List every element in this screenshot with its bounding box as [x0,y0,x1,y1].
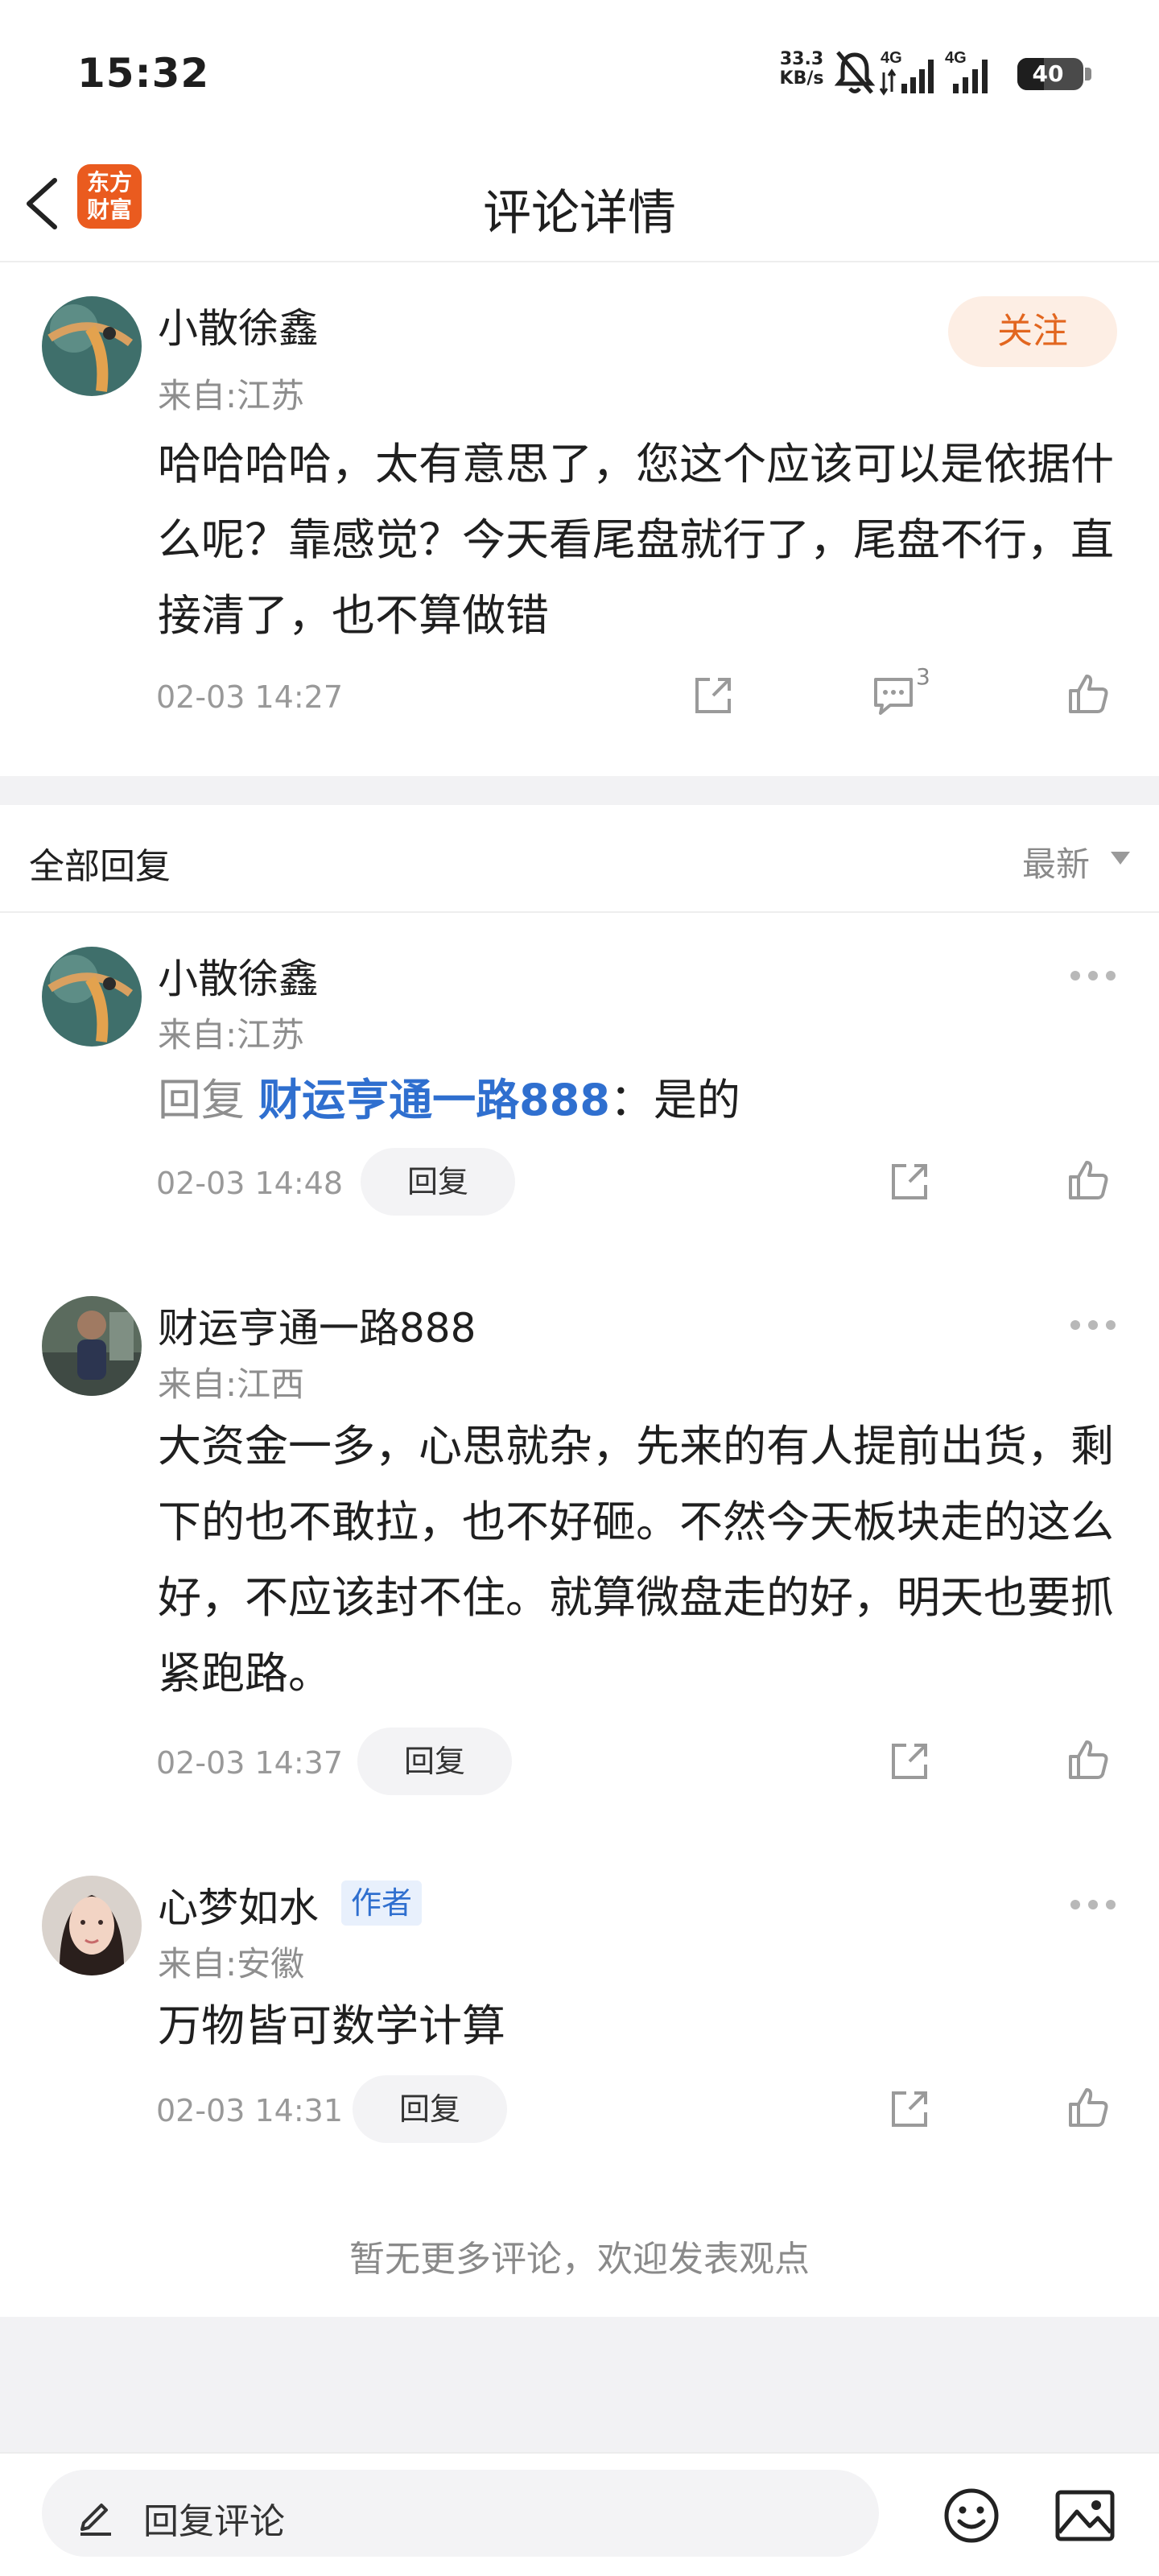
reply-text: 回复 财运亨通一路888：是的 [158,1063,740,1138]
reply-input-placeholder: 回复评论 [143,2501,285,2542]
reply-username[interactable]: 小散徐鑫 [158,947,319,1005]
reply-time: 02-03 14:37 [156,1745,344,1781]
avatar[interactable] [42,296,142,396]
reply-input[interactable]: 回复评论 [42,2470,879,2557]
share-icon[interactable] [885,2085,934,2133]
comment-icon[interactable] [869,671,918,720]
reply-prefix: 回复 [158,1075,245,1125]
avatar[interactable] [42,1296,142,1396]
net-speed-value: 33.3 [779,49,824,69]
share-icon[interactable] [885,1737,934,1785]
more-icon[interactable] [1070,1319,1119,1331]
mute-bell-icon [834,51,876,94]
reply-text: 大资金一多，心思就杂，先来的有人提前出货，剩下的也不敢拉，也不好砸。不然今天板块… [158,1421,1114,1699]
sort-dropdown[interactable]: 最新 [1022,837,1090,886]
battery-cap [1085,68,1091,80]
more-icon[interactable] [1070,969,1119,982]
thumbs-up-icon[interactable] [1064,1736,1112,1784]
comment-location: 来自:江苏 [158,376,305,415]
net-speed-unit: KB/s [779,68,824,89]
signal-4g-icon-2: 4G [945,49,988,93]
pencil-icon [80,2504,111,2536]
battery-icon: 40 [1017,58,1083,90]
signal-4g-icon-1: 4G [879,49,934,96]
all-replies-title: 全部回复 [29,846,171,887]
reply-location: 来自:江西 [158,1364,305,1404]
avatar[interactable] [42,1876,142,1975]
chevron-down-icon[interactable] [1111,852,1130,865]
reply-username[interactable]: 心梦如水 [158,1876,319,1934]
reply-time: 02-03 14:48 [156,1166,344,1201]
share-icon[interactable] [885,1158,934,1206]
section-divider [0,776,1159,805]
reply-text: 万物皆可数学计算 [158,2000,505,2051]
reply-button[interactable]: 回复 [361,1148,515,1216]
status-bar: 15:32 33.3 KB/s 4G 4G 40 [0,0,1159,145]
comment-username[interactable]: 小散徐鑫 [158,296,319,354]
share-icon[interactable] [689,671,737,720]
comment-time: 02-03 14:27 [156,679,344,715]
no-more-comments: 暂无更多评论，欢迎发表观点 [349,2239,810,2280]
bottom-bar: 回复评论 [0,2452,1159,2576]
reply-target-link[interactable]: 财运亨通一路888 [258,1075,610,1125]
image-icon[interactable] [1054,2487,1116,2544]
emoji-icon[interactable] [942,2486,1001,2545]
reply-location: 来自:安徽 [158,1944,305,1984]
avatar[interactable] [42,947,142,1046]
signal2-label: 4G [945,49,967,67]
reply-button[interactable]: 回复 [357,1728,512,1795]
follow-button[interactable]: 关注 [948,296,1117,367]
battery-level-text: 40 [1032,60,1064,87]
page-title: 评论详情 [483,185,676,242]
page-header: 东方 财富 评论详情 [0,145,1159,262]
thumbs-up-icon[interactable] [1064,670,1112,718]
reply-location: 来自:江苏 [158,1015,305,1055]
thumbs-up-icon[interactable] [1064,1156,1112,1204]
more-icon[interactable] [1070,1898,1119,1911]
reply-username[interactable]: 财运亨通一路888 [158,1296,476,1354]
comment-text: 哈哈哈哈，太有意思了，您这个应该可以是依据什么呢？靠感觉？今天看尾盘就行了，尾盘… [158,439,1114,641]
status-time: 15:32 [77,50,210,97]
comment-count: 3 [916,663,930,690]
thumbs-up-icon[interactable] [1064,2083,1112,2132]
net-speed: 33.3 KB/s [777,50,826,89]
author-badge: 作者 [341,1880,423,1926]
reply-body: ：是的 [609,1075,740,1125]
footer-spacer [0,2317,1159,2452]
all-replies-bar: 全部回复 最新 [0,805,1159,913]
reply-time: 02-03 14:31 [156,2093,344,2128]
reply-button[interactable]: 回复 [353,2075,507,2143]
signal1-label: 4G [881,49,902,67]
